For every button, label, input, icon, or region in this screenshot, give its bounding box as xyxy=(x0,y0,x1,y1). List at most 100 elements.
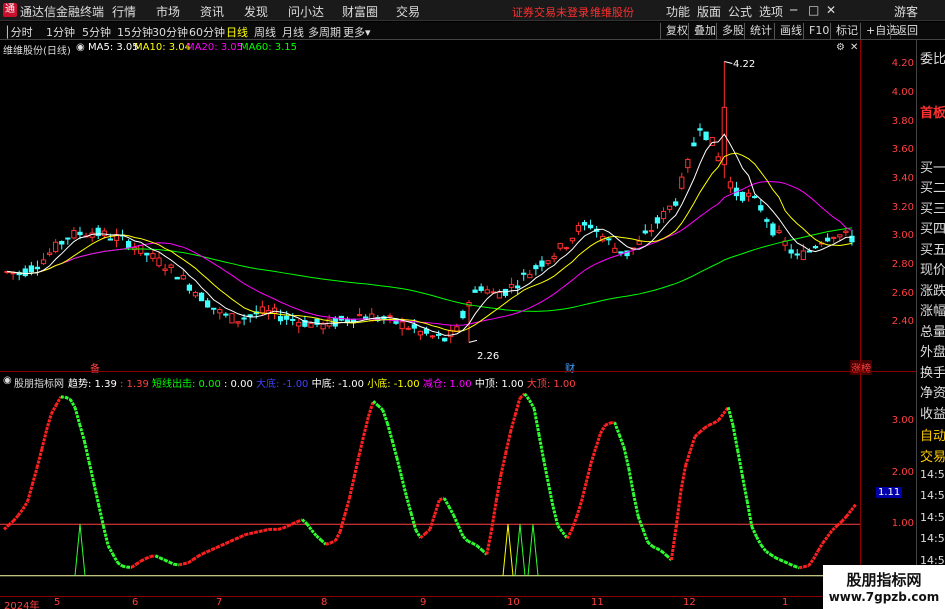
candle-body xyxy=(539,260,545,267)
side-panel-item[interactable]: 14:56 xyxy=(920,532,945,545)
indicator-chart[interactable] xyxy=(0,372,860,594)
stock-notice[interactable]: 维维股份 xyxy=(590,4,634,20)
trend-segment xyxy=(845,509,853,518)
trend-segment xyxy=(282,524,289,530)
menu-item-shichang[interactable]: 市场 xyxy=(156,3,180,20)
trend-segment xyxy=(499,452,508,475)
ma10-legend: MA10: 3.04 xyxy=(134,42,192,53)
candle-body xyxy=(715,156,721,162)
side-panel-item[interactable]: 交易 xyxy=(920,446,945,465)
side-panel-item[interactable]: 外盘 xyxy=(920,341,945,360)
side-panel-item[interactable]: 买一 xyxy=(920,157,945,176)
menu-item-jiaoyi[interactable]: 交易 xyxy=(396,3,420,20)
side-panel-item[interactable]: 现价 xyxy=(920,259,945,278)
stats-button[interactable]: 统计 xyxy=(744,23,777,39)
menu-item-gongneng[interactable]: 功能 xyxy=(666,3,690,20)
trend-segment xyxy=(235,535,242,541)
main-y-tick: 2.80 xyxy=(891,259,914,270)
trend-segment xyxy=(467,539,474,545)
candle-body xyxy=(752,196,758,199)
menu-item-zixun[interactable]: 资讯 xyxy=(200,3,224,20)
settings-icon[interactable]: ⚙ xyxy=(836,42,845,53)
mark-button[interactable]: 标记 xyxy=(830,23,863,39)
candle-body xyxy=(581,222,588,226)
trend-segment xyxy=(145,555,152,560)
side-panel-item[interactable]: 买三 xyxy=(920,198,945,217)
trend-segment xyxy=(343,497,351,516)
trend-segment xyxy=(599,424,607,435)
trend-segment xyxy=(301,518,308,525)
side-panel-item[interactable]: 总量 xyxy=(920,321,945,340)
side-panel-item[interactable]: 买五 xyxy=(920,239,945,258)
trend-segment xyxy=(551,506,560,527)
period-60min[interactable]: 60分钟 xyxy=(189,24,225,40)
trend-segment xyxy=(565,528,574,540)
side-panel-item[interactable]: 买四 xyxy=(920,218,945,237)
trend-segment xyxy=(542,459,550,484)
candle-body xyxy=(618,251,624,254)
menu-item-faxian[interactable]: 发现 xyxy=(244,3,268,20)
candle-body xyxy=(478,286,484,291)
trend-segment xyxy=(106,544,115,555)
period-daily[interactable]: 日线 xyxy=(226,24,248,40)
menu-item-wenxiaoda[interactable]: 问小达 xyxy=(288,3,324,20)
menu-item-gongshi[interactable]: 公式 xyxy=(728,3,752,20)
period-monthly[interactable]: 月线 xyxy=(282,24,304,40)
period-1min[interactable]: 1分钟 xyxy=(46,24,75,40)
maximize-icon[interactable]: □ xyxy=(808,3,819,17)
side-panel-item[interactable]: 委比 xyxy=(920,48,945,67)
trend-segment xyxy=(292,520,299,526)
side-panel-item[interactable]: 首板 xyxy=(920,102,945,121)
trend-segment xyxy=(532,408,541,435)
trend-segment xyxy=(803,564,809,569)
period-15min[interactable]: 15分钟 xyxy=(117,24,153,40)
trend-segment xyxy=(2,523,10,531)
candlestick-chart[interactable] xyxy=(0,40,860,371)
close-icon[interactable]: ✕ xyxy=(826,3,836,17)
candle-body xyxy=(472,289,478,293)
side-panel-item[interactable]: 换手 xyxy=(920,362,945,381)
guest-label[interactable]: 游客 xyxy=(894,3,918,20)
candle-body xyxy=(411,324,417,329)
candle-body xyxy=(745,192,752,197)
minimize-icon[interactable]: ─ xyxy=(790,3,797,17)
period-multi[interactable]: 多周期 xyxy=(308,24,341,40)
period-intraday[interactable]: │分时 xyxy=(4,24,33,40)
trend-segment xyxy=(254,529,260,534)
menu-item-caifuquan[interactable]: 财富圈 xyxy=(342,3,378,20)
side-panel-item[interactable]: 自动 xyxy=(920,425,945,444)
side-panel-item[interactable]: 买二 xyxy=(920,177,945,196)
period-5min[interactable]: 5分钟 xyxy=(82,24,111,40)
trend-segment xyxy=(523,392,531,401)
menu-item-hangqing[interactable]: 行情 xyxy=(112,3,136,20)
side-panel-item[interactable]: 涨跌 xyxy=(920,280,945,299)
trend-segment xyxy=(509,414,517,433)
trend-segment xyxy=(16,508,25,517)
menu-item-banmian[interactable]: 版面 xyxy=(697,3,721,20)
trend-segment xyxy=(264,527,270,532)
side-panel-item[interactable]: 涨幅 xyxy=(920,300,945,319)
back-button[interactable]: 返回 xyxy=(890,23,923,39)
candle-body xyxy=(551,255,557,260)
side-panel-item[interactable]: 收益 xyxy=(920,403,945,422)
period-30min[interactable]: 30分钟 xyxy=(152,24,188,40)
side-panel-item[interactable]: 14:56 xyxy=(920,511,945,524)
trend-segment xyxy=(537,433,546,460)
side-panel-item[interactable]: 净资 xyxy=(920,382,945,401)
indicator-collapse-icon[interactable]: ◉ xyxy=(3,375,12,386)
side-panel-item[interactable]: 14:56 xyxy=(920,489,945,502)
candle-body xyxy=(442,337,448,342)
trend-segment xyxy=(178,562,185,567)
trend-segment xyxy=(717,412,725,421)
login-notice[interactable]: 证券交易未登录 xyxy=(512,4,589,20)
candle-body xyxy=(557,242,563,249)
period-weekly[interactable]: 周线 xyxy=(254,24,276,40)
close-panel-icon[interactable]: ✕ xyxy=(850,42,858,53)
collapse-icon[interactable]: ◉ xyxy=(76,42,85,53)
trend-segment xyxy=(287,522,294,528)
menu-item-xuanxiang[interactable]: 选项 xyxy=(759,3,783,20)
main-y-tick: 3.20 xyxy=(891,201,914,213)
side-panel-item[interactable]: 14:56 xyxy=(920,468,945,481)
main-y-axis: 4.20 4.00 3.80 3.60 3.40 3.20 3.00 2.80 2.60 2.40 xyxy=(860,40,916,371)
period-more[interactable]: 更多▾ xyxy=(343,24,371,40)
